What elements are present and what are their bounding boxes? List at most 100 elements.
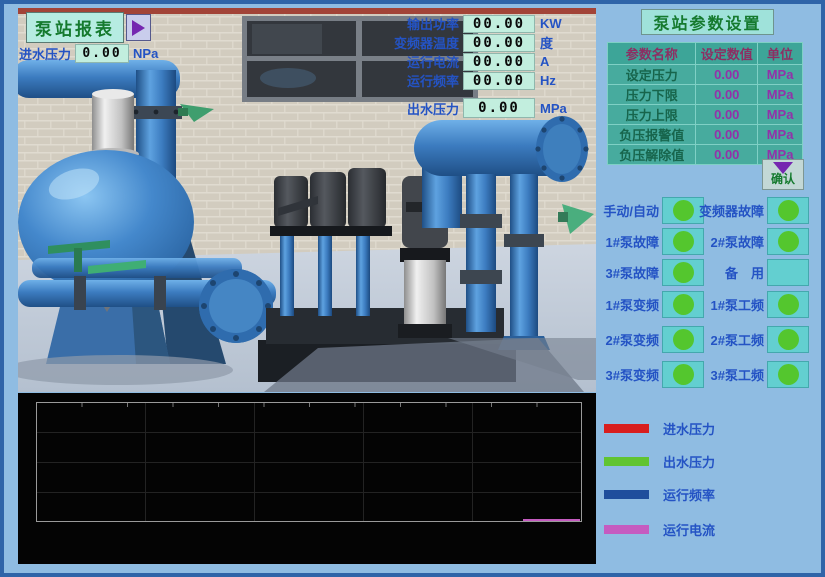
settings-row: 设定压力 0.00 MPa — [608, 65, 803, 85]
indicator-ledbox — [767, 291, 809, 318]
indicator-pump3-vfd: 3#泵变频 — [599, 361, 704, 388]
confirm-button[interactable]: 确认 — [762, 159, 804, 190]
inlet-pressure-unit: NPa — [133, 46, 158, 61]
indicator-pump3-fault: 3#泵故障 — [599, 259, 704, 286]
led-icon — [778, 364, 799, 385]
indicator-label: 3#泵工频 — [690, 365, 764, 384]
reading-unit: 度 — [540, 33, 553, 52]
indicator-spare: 备 用 — [690, 259, 809, 286]
param-name: 设定压力 — [608, 65, 696, 85]
indicator-ledbox — [767, 228, 809, 255]
led-icon — [778, 329, 799, 350]
report-button[interactable]: 泵站报表 — [26, 12, 124, 43]
outlet-pressure-label: 出水压力 — [349, 99, 459, 118]
inlet-pressure-group: 进水压力 0.00 NPa — [19, 44, 158, 63]
indicator-ledbox — [767, 197, 809, 224]
reading-row: 输出功率 00.00 KW — [349, 14, 562, 33]
report-nav-button[interactable] — [126, 14, 151, 41]
reading-label: 运行电流 — [349, 52, 459, 71]
indicator-pump2-fault: 2#泵故障 — [690, 228, 809, 255]
outlet-pressure-unit: MPa — [540, 101, 567, 116]
indicator-ledbox — [767, 361, 809, 388]
col-set-value: 设定数值 — [696, 43, 758, 65]
legend-run-current: 运行电流 — [604, 520, 715, 539]
reading-unit: A — [540, 54, 549, 69]
reading-value: 00.00 — [463, 72, 535, 90]
indicator-label: 3#泵故障 — [599, 263, 659, 282]
indicator-label: 变频器故障 — [690, 201, 764, 220]
confirm-button-label: 确认 — [771, 170, 795, 187]
trend-chart — [18, 393, 596, 564]
param-name: 负压报警值 — [608, 125, 696, 145]
reading-label: 变频器温度 — [349, 33, 459, 52]
led-icon — [778, 231, 799, 252]
legend-label: 运行电流 — [663, 520, 715, 539]
param-unit: MPa — [758, 125, 803, 145]
reading-unit: Hz — [540, 73, 556, 88]
play-arrow-icon — [132, 20, 145, 36]
reading-label: 运行频率 — [349, 71, 459, 90]
legend-color-bar — [604, 424, 649, 433]
led-icon — [778, 200, 799, 221]
param-value-input[interactable]: 0.00 — [696, 105, 758, 125]
param-value-input[interactable]: 0.00 — [696, 145, 758, 165]
legend-inlet-pressure: 进水压力 — [604, 419, 715, 438]
indicator-label: 1#泵变频 — [599, 295, 659, 314]
led-icon — [778, 294, 799, 315]
indicator-pump1-fault: 1#泵故障 — [599, 228, 704, 255]
legend-label: 进水压力 — [663, 419, 715, 438]
indicator-ledbox — [767, 326, 809, 353]
param-name: 压力上限 — [608, 105, 696, 125]
reading-row: 变频器温度 00.00 度 — [349, 33, 553, 52]
settings-panel-title: 泵站参数设置 — [641, 9, 774, 35]
reading-value: 00.00 — [463, 53, 535, 71]
legend-run-frequency: 运行频率 — [604, 485, 715, 504]
hmi-root: 泵站报表 进水压力 0.00 NPa 输出功率 00.00 KW 变频器温度 0… — [0, 0, 825, 577]
param-value-input[interactable]: 0.00 — [696, 85, 758, 105]
indicator-label: 1#泵故障 — [599, 232, 659, 251]
legend-color-bar — [604, 525, 649, 534]
reading-label: 输出功率 — [349, 14, 459, 33]
indicator-pump1-vfd: 1#泵变频 — [599, 291, 704, 318]
indicator-label: 1#泵工频 — [690, 295, 764, 314]
settings-table: 参数名称 设定数值 单位 设定压力 0.00 MPa 压力下限 0.00 MPa… — [607, 42, 803, 165]
settings-row: 负压报警值 0.00 MPa — [608, 125, 803, 145]
indicator-vfd-fault: 变频器故障 — [690, 197, 809, 224]
report-button-group: 泵站报表 — [26, 12, 151, 43]
legend-label: 出水压力 — [663, 452, 715, 471]
param-value-input[interactable]: 0.00 — [696, 125, 758, 145]
param-unit: MPa — [758, 105, 803, 125]
outlet-pressure-row: 出水压力 0.00 MPa — [349, 98, 567, 118]
indicator-label: 备 用 — [690, 263, 764, 282]
indicator-label: 2#泵变频 — [599, 330, 659, 349]
indicator-manual-auto: 手动/自动 — [599, 197, 704, 224]
legend-color-bar — [604, 457, 649, 466]
indicator-pump2-vfd: 2#泵变频 — [599, 326, 704, 353]
col-unit: 单位 — [758, 43, 803, 65]
param-unit: MPa — [758, 85, 803, 105]
param-name: 负压解除值 — [608, 145, 696, 165]
indicator-label: 手动/自动 — [599, 201, 659, 220]
indicator-ledbox — [767, 259, 809, 286]
legend-outlet-pressure: 出水压力 — [604, 452, 715, 471]
reading-value: 00.00 — [463, 34, 535, 52]
inlet-pressure-label: 进水压力 — [19, 44, 71, 63]
settings-row: 压力下限 0.00 MPa — [608, 85, 803, 105]
indicator-pump2-mains: 2#泵工频 — [690, 326, 809, 353]
indicator-pump1-mains: 1#泵工频 — [690, 291, 809, 318]
settings-row: 压力上限 0.00 MPa — [608, 105, 803, 125]
legend-label: 运行频率 — [663, 485, 715, 504]
reading-row: 运行电流 00.00 A — [349, 52, 549, 71]
indicator-label: 2#泵故障 — [690, 232, 764, 251]
param-value-input[interactable]: 0.00 — [696, 65, 758, 85]
legend-color-bar — [604, 490, 649, 499]
param-unit: MPa — [758, 65, 803, 85]
settings-header-row: 参数名称 设定数值 单位 — [608, 43, 803, 65]
reading-row: 运行频率 00.00 Hz — [349, 71, 556, 90]
inlet-pressure-value: 0.00 — [75, 44, 129, 63]
indicator-label: 3#泵变频 — [599, 365, 659, 384]
current-trace-line — [523, 519, 580, 521]
reading-unit: KW — [540, 16, 562, 31]
outlet-pressure-value: 0.00 — [463, 98, 535, 118]
indicator-pump3-mains: 3#泵工频 — [690, 361, 809, 388]
